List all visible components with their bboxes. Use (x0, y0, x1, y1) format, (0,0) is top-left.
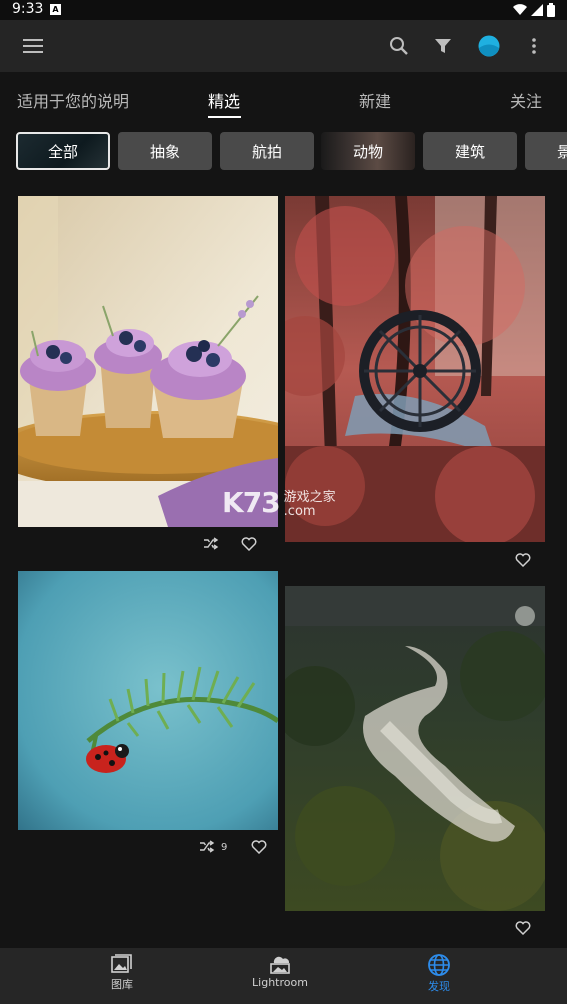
tab-for-you[interactable]: 适用于您的说明 (17, 88, 129, 112)
globe-discover-icon (428, 954, 450, 976)
hamburger-menu-icon[interactable] (20, 34, 46, 58)
chip-label: 全部 (47, 142, 78, 161)
status-time: 9:33 (12, 1, 44, 17)
photo-actions (515, 921, 531, 935)
remix-count: 9 (221, 841, 228, 853)
lightroom-cloud-icon (270, 956, 290, 974)
nav-library[interactable]: 图库 (77, 954, 167, 992)
chip-label: 航拍 (251, 142, 282, 161)
nav-label: Lightroom (252, 976, 308, 989)
tab-new[interactable]: 新建 (359, 88, 391, 112)
bottom-navigation: 图库 Lightroom 发现 (0, 948, 567, 1004)
site-watermark: K73 游戏之家 .com (222, 486, 336, 519)
chip-landscape[interactable]: 景 (525, 132, 567, 170)
category-chips: 全部 抽象 航拍 动物 建筑 景 (0, 132, 567, 170)
active-tab-indicator (208, 116, 241, 118)
chip-label: 抽象 (149, 142, 180, 161)
more-vertical-icon[interactable] (522, 34, 546, 58)
tab-featured[interactable]: 精选 (208, 88, 240, 112)
watermark-brand: K73 (222, 486, 281, 519)
search-icon[interactable] (386, 34, 412, 58)
app-notification-icon: A (50, 4, 61, 15)
avatar[interactable] (476, 33, 502, 59)
chip-all[interactable]: 全部 (16, 132, 110, 170)
photo-actions (203, 537, 257, 551)
chip-label: 动物 (352, 142, 383, 161)
status-bar: 9:33 A (0, 0, 567, 20)
library-icon (111, 954, 132, 973)
ladybug-image (18, 571, 278, 830)
chip-animals[interactable]: 动物 (321, 132, 415, 170)
watermark-cn: 游戏之家 (283, 490, 336, 505)
photo-actions: 9 (199, 840, 267, 854)
photo-ladybug[interactable] (18, 571, 278, 830)
heart-icon[interactable] (241, 537, 257, 551)
app-bar (0, 20, 567, 72)
chip-label: 建筑 (454, 142, 485, 161)
filter-funnel-icon[interactable] (430, 34, 456, 58)
wifi-icon (513, 4, 527, 16)
status-indicators (513, 3, 555, 17)
remix-icon[interactable] (203, 537, 219, 551)
photo-cupcakes[interactable] (18, 196, 278, 527)
signal-icon (531, 4, 543, 16)
battery-icon (547, 3, 555, 17)
heart-icon[interactable] (515, 921, 531, 935)
remix-icon[interactable] (199, 840, 215, 854)
tab-following[interactable]: 关注 (510, 88, 542, 112)
discover-tabs: 适用于您的说明 精选 新建 关注 (0, 72, 567, 124)
nav-lightroom[interactable]: Lightroom (235, 954, 325, 989)
chip-label: 景 (557, 142, 567, 161)
watermark-domain: .com (283, 504, 316, 519)
photo-misty-forest[interactable] (285, 586, 545, 911)
cupcakes-image (18, 196, 278, 527)
chip-architecture[interactable]: 建筑 (423, 132, 517, 170)
chip-abstract[interactable]: 抽象 (118, 132, 212, 170)
nav-discover[interactable]: 发现 (394, 954, 484, 994)
misty-forest-image (285, 586, 545, 911)
heart-icon[interactable] (515, 553, 531, 567)
photo-actions (515, 553, 531, 567)
nav-label: 发现 (428, 980, 450, 993)
heart-icon[interactable] (251, 840, 267, 854)
chip-aerial[interactable]: 航拍 (220, 132, 314, 170)
nav-label: 图库 (111, 978, 133, 991)
